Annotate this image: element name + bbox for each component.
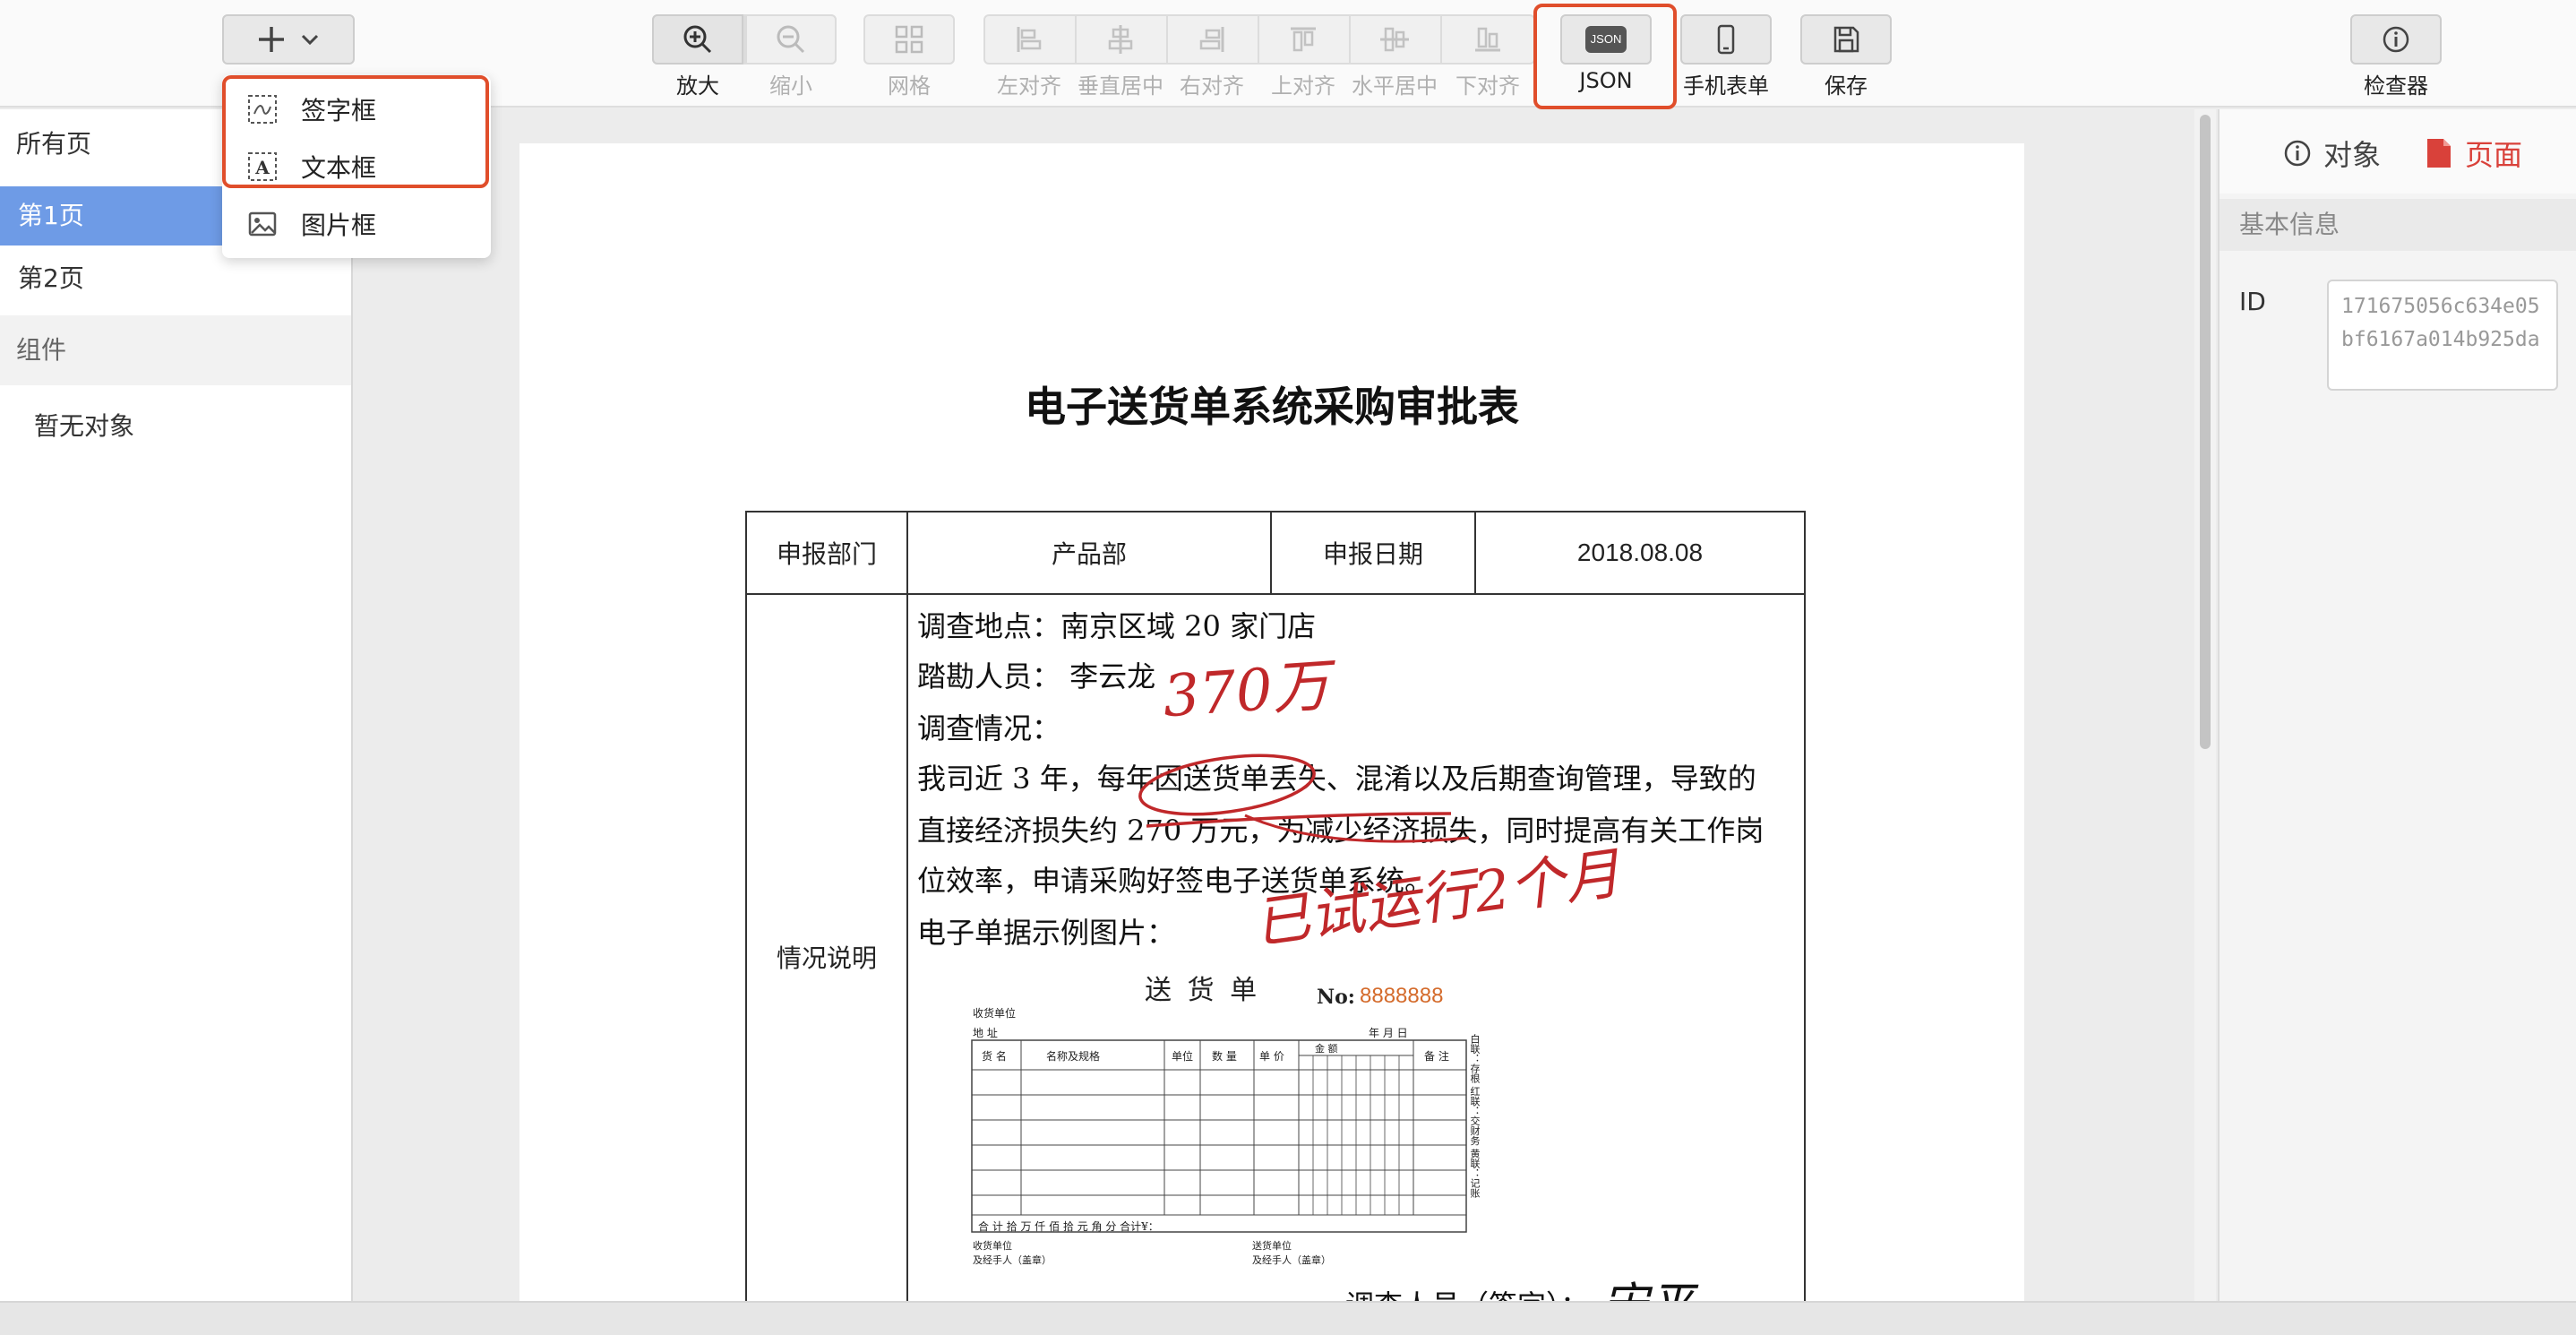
align-hcenter-label: 水平居中 [1352,73,1438,99]
image-icon [248,211,277,237]
section-label-cell: 情况说明 [747,595,908,1319]
date-value-cell: 2018.08.08 [1476,512,1806,595]
dept-value-cell: 产品部 [908,512,1272,595]
receipt-grid [971,1039,1467,1233]
align-top-button[interactable] [1258,14,1349,65]
dropdown-label-image: 图片框 [301,211,377,240]
receipt-date: 年 月 日 [1369,1027,1408,1039]
tab-page-label: 页面 [2465,138,2523,172]
receipt-total-row: 合 计 拾 万 仟 佰 拾 元 角 分 合计¥： [978,1220,1159,1233]
tab-object-label: 对象 [2323,138,2382,172]
align-bottom-icon [1475,27,1500,52]
receipt-col-2: 名称及规格 [1046,1050,1101,1063]
grid-label: 网格 [888,73,931,99]
plus-icon [259,27,284,52]
basic-info-header: 基本信息 [2220,199,2576,251]
receipt-receiver: 收货单位 [973,1007,1017,1020]
editor-canvas[interactable]: 电子送货单系统采购审批表 申报部门 产品部 申报日期 2018.08.08 情况… [355,109,2194,1332]
receipt-sign-right: 送货单位 及经手人（盖章） [1252,1240,1331,1266]
align-left-icon [1017,27,1042,52]
receipt-sign-left: 收货单位 及经手人（盖章） [973,1240,1052,1266]
tab-page[interactable]: 页面 [2426,133,2522,174]
receipt-col-1: 货 名 [982,1050,1007,1063]
chevron-down-icon [301,34,319,46]
zoom-out-button[interactable] [745,14,837,65]
save-icon [1833,26,1859,53]
add-component-button[interactable] [222,14,355,65]
phone-icon [1717,24,1735,55]
align-vcenter-button[interactable] [1075,14,1166,65]
align-left-label: 左对齐 [997,73,1061,99]
dropdown-highlight [222,75,489,188]
receipt-col-5: 单 价 [1259,1050,1284,1063]
inspector-tabs: 对象 页面 [2220,109,2576,194]
section-body-cell: 调查地点：南京区域 20 家门店 踏勘人员： 李云龙 调查情况： 我司近 3 年… [908,595,1806,1332]
receipt-col-4: 数 量 [1212,1050,1237,1063]
body-line-5: 直接经济损失约 270 万元，为减少经济损失，同时提高有关工作岗 [917,814,1765,848]
receipt-no-label: No: [1317,986,1355,1009]
receipt-title: 送 货 单 [1145,975,1261,1006]
body-line-3: 调查情况： [917,711,1061,745]
json-highlight [1533,4,1677,109]
receipt-col-7: 备 注 [1424,1050,1449,1063]
receipt-col-3: 单位 [1172,1050,1194,1063]
document-page[interactable]: 电子送货单系统采购审批表 申报部门 产品部 申报日期 2018.08.08 情况… [519,143,2024,1332]
align-right-icon [1199,27,1224,52]
align-bottom-button[interactable] [1440,14,1535,65]
scrollbar-thumb[interactable] [2200,115,2211,749]
date-label-cell: 申报日期 [1272,512,1476,595]
zoom-in-label: 放大 [676,73,719,99]
align-left-button[interactable] [983,14,1075,65]
body-line-7: 电子单据示例图片： [917,916,1176,950]
inspector-label: 检查器 [2364,73,2428,99]
grid-icon [895,25,923,54]
zoom-in-button[interactable] [652,14,743,65]
info-icon [2383,26,2409,53]
info-circle-icon [2284,140,2311,167]
document-title: 电子送货单系统采购审批表 [1025,383,1519,431]
body-line-1: 调查地点：南京区域 20 家门店 [917,609,1317,643]
canvas-vertical-scrollbar[interactable] [2194,109,2216,1301]
align-hcenter-button[interactable] [1349,14,1440,65]
dept-label-cell: 申报部门 [747,512,908,595]
inspector-button[interactable] [2350,14,2442,65]
dropdown-item-image[interactable]: 图片框 [222,195,491,253]
receipt-address: 地 址 [973,1027,998,1039]
align-bottom-label: 下对齐 [1455,73,1520,99]
receipt-col-6: 金 额 [1315,1043,1338,1055]
grid-button[interactable] [863,14,955,65]
align-vcenter-label: 垂直居中 [1078,73,1163,99]
align-hcenter-icon [1380,27,1409,52]
align-top-icon [1291,27,1316,52]
zoom-in-icon [683,25,712,54]
save-label: 保存 [1825,73,1868,99]
receipt-example-image: 送 货 单 No: 8888888 收货单位 地 址 年 月 日 白联：存根 红… [921,959,1498,1266]
align-top-label: 上对齐 [1271,73,1335,99]
align-vcenter-icon [1108,25,1133,54]
body-line-4: 我司近 3 年，每年因送货单丢失、混淆以及后期查询管理，导致的 [917,762,1756,796]
mobile-form-button[interactable] [1680,14,1772,65]
save-button[interactable] [1800,14,1892,65]
inspector-panel: 对象 页面 基本信息 ID 171675056c634e05bf6167a014… [2218,109,2576,1301]
components-header: 组件 [0,315,351,385]
zoom-out-label: 缩小 [769,73,812,99]
id-field[interactable]: 171675056c634e05bf6167a014b925da [2327,280,2558,391]
body-line-2: 踏勘人员： 李云龙 [917,659,1156,693]
tab-object[interactable]: 对象 [2282,133,2381,174]
mobile-form-label: 手机表单 [1683,73,1769,99]
left-sidebar: 所有页 第1页 第2页 组件 暂无对象 [0,109,353,1301]
zoom-out-icon [777,25,805,54]
id-label: ID [2239,287,2266,316]
bottom-status-bar [0,1301,2576,1335]
document-icon [2427,139,2451,168]
annotation-text-top: 370万 [1161,652,1332,731]
align-right-label: 右对齐 [1180,73,1244,99]
align-right-button[interactable] [1166,14,1258,65]
receipt-no-value: 8888888 [1360,984,1444,1008]
components-empty-text: 暂无对象 [34,411,135,441]
